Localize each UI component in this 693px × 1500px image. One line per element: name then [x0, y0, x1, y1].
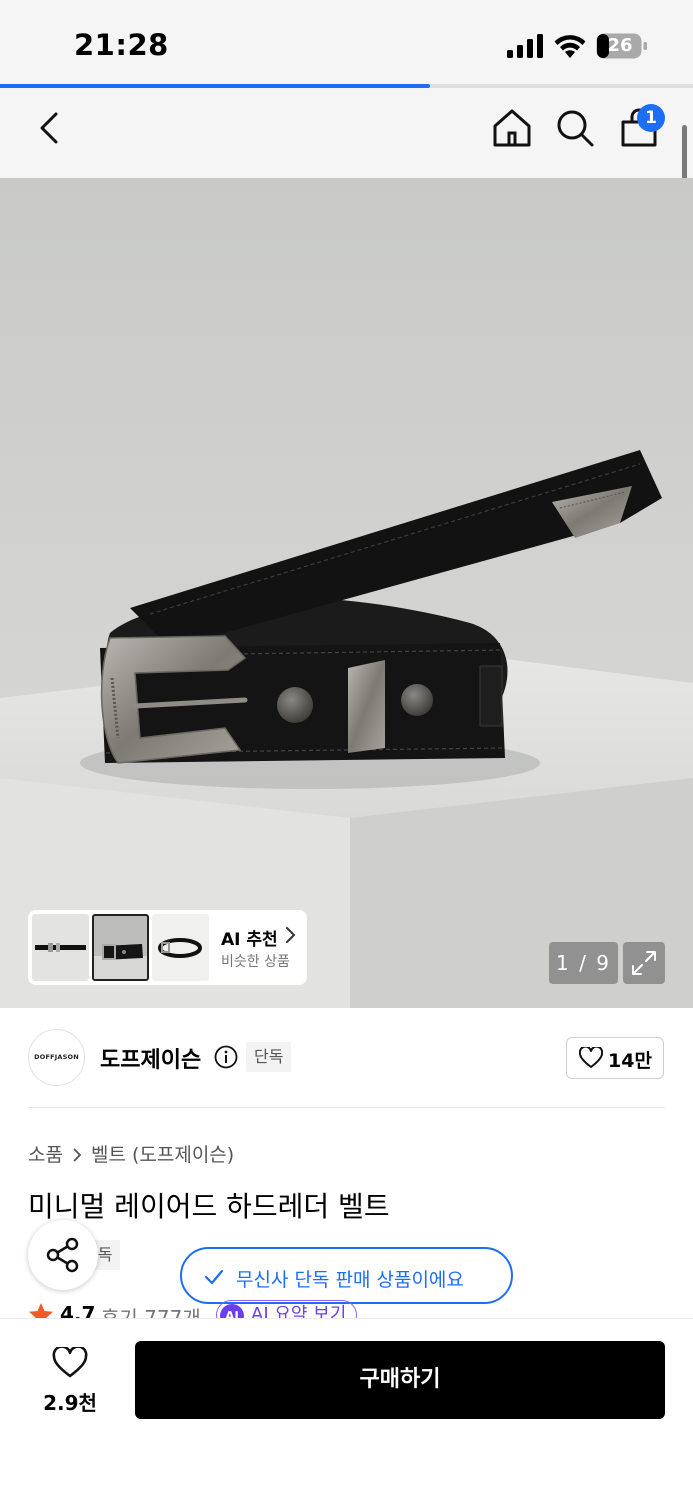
- heart-icon: [579, 1047, 603, 1068]
- brand-like-count: 14만: [608, 1050, 652, 1072]
- brand-like-button[interactable]: 14만: [566, 1037, 664, 1079]
- top-nav-bar: 1: [0, 88, 693, 178]
- wishlist-count: 2.9천: [43, 1391, 97, 1415]
- expand-icon: [632, 951, 656, 975]
- image-counter: 1 / 9: [549, 942, 618, 984]
- chevron-right-icon: [73, 1148, 82, 1162]
- wifi-icon: [554, 35, 586, 58]
- cart-count-badge: 1: [637, 104, 665, 132]
- belt-thumbnail-image: [35, 943, 86, 952]
- belt-thumbnail-image: [158, 938, 202, 958]
- ai-recommendation-title[interactable]: AI 추천: [221, 925, 278, 950]
- recommendation-thumbnail-2[interactable]: [92, 914, 149, 981]
- status-time: 21:28: [74, 28, 169, 62]
- ai-recommendation-subtitle: 비슷한 상품: [221, 954, 290, 970]
- search-icon[interactable]: [553, 106, 597, 150]
- brand-logo[interactable]: DOFFJASON: [28, 1029, 85, 1086]
- status-bar: 21:28 26: [0, 0, 693, 84]
- belt-thumbnail-image: [94, 944, 147, 979]
- breadcrumb: 소품 벨트 (도프제이슨): [28, 1140, 234, 1167]
- divider: [28, 1107, 665, 1108]
- chevron-right-icon: [286, 927, 296, 943]
- share-button[interactable]: [28, 1220, 98, 1290]
- recommendation-thumbnail-1[interactable]: [32, 914, 89, 981]
- breadcrumb-category[interactable]: 소품: [28, 1144, 63, 1166]
- bottom-action-bar: 2.9천 구매하기: [0, 1318, 693, 1500]
- check-icon: [204, 1269, 224, 1285]
- recommendation-thumbnail-3[interactable]: [152, 914, 209, 981]
- share-icon: [46, 1237, 79, 1273]
- heart-icon[interactable]: [52, 1347, 88, 1379]
- breadcrumb-subcategory[interactable]: 벨트 (도프제이슨): [91, 1144, 234, 1166]
- product-detail-page: 21:28 26 1 AI 추천 비슷한 상품 1 / 9 DOFFJASON …: [0, 0, 693, 1500]
- rating-row: 4.7 후기 777개 AI AI 요약 보기: [28, 1300, 428, 1320]
- toast-message: 무신사 단독 판매 상품이에요: [236, 1269, 464, 1291]
- expand-button[interactable]: [623, 942, 665, 984]
- ai-summary-button[interactable]: AI AI 요약 보기: [216, 1300, 358, 1320]
- home-icon[interactable]: [490, 106, 534, 150]
- exclusive-badge: 단독: [246, 1042, 292, 1072]
- brand-name[interactable]: 도프제이슨: [100, 1042, 201, 1074]
- product-title: 미니멀 레이어드 하드레더 벨트: [28, 1190, 390, 1223]
- product-photo-belt: [0, 178, 693, 1008]
- info-icon[interactable]: [214, 1045, 238, 1069]
- back-icon[interactable]: [28, 106, 72, 150]
- brand-logo-text: DOFFJASON: [34, 1053, 79, 1061]
- buy-button[interactable]: 구매하기: [135, 1341, 665, 1419]
- product-image-gallery[interactable]: [0, 178, 693, 1008]
- exclusive-toast: 무신사 단독 판매 상품이에요: [180, 1247, 513, 1304]
- cellular-signal-icon: [507, 34, 543, 58]
- battery-level: 26: [607, 35, 633, 56]
